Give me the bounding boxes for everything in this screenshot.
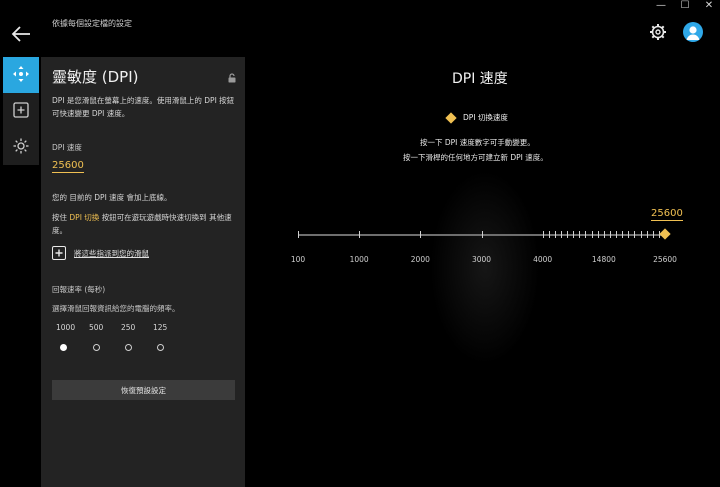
- slider-minor-tick: [634, 231, 636, 238]
- hint-manual-change: 按一下 DPI 速度數字可手動變更。: [420, 138, 535, 147]
- report-rate-option-125[interactable]: 125: [153, 323, 183, 351]
- left-rail: [3, 57, 39, 165]
- report-rate-label: 250: [121, 323, 136, 332]
- slider-minor-tick: [567, 231, 569, 238]
- slider-tick: [481, 231, 483, 238]
- rail-item-assignments[interactable]: [3, 93, 39, 129]
- user-avatar-icon[interactable]: [683, 22, 703, 42]
- radio-selected[interactable]: [60, 344, 67, 351]
- current-dpi-note: 您的 目前的 DPI 速度 會加上底線。: [52, 193, 172, 202]
- slider-minor-tick: [646, 231, 648, 238]
- slider-minor-tick: [573, 231, 575, 238]
- slider-minor-tick: [622, 231, 624, 238]
- hint-create-stage: 按一下滑桿的任何地方可建立新 DPI 速度。: [403, 153, 548, 162]
- dpi-stage-value[interactable]: 25600: [651, 208, 683, 221]
- slider-minor-tick: [591, 231, 593, 238]
- plus-icon: [52, 246, 66, 260]
- reset-defaults-button[interactable]: 恢復預設設定: [52, 380, 235, 400]
- dpi-speed-label: DPI 速度: [52, 143, 82, 152]
- sun-icon: [13, 138, 29, 156]
- slider-tick: [298, 231, 299, 238]
- slider-minor-tick: [548, 231, 550, 238]
- panel-title: 靈敏度 (DPI): [52, 68, 139, 86]
- slider-minor-tick: [579, 231, 581, 238]
- back-arrow-icon[interactable]: [10, 24, 32, 44]
- axis-label: 1000: [349, 255, 369, 264]
- legend-label: DPI 切換速度: [463, 113, 508, 122]
- dpi-stage-marker[interactable]: [659, 228, 671, 240]
- plus-square-icon: [13, 102, 29, 120]
- dpi-speed-value[interactable]: 25600: [52, 160, 84, 173]
- slider-minor-tick: [597, 231, 599, 238]
- rail-item-lighting[interactable]: [3, 129, 39, 165]
- slider-minor-tick: [609, 231, 611, 238]
- maximize-button[interactable]: ☐: [680, 1, 690, 11]
- report-rate-label: 1000: [56, 323, 76, 332]
- slider-minor-tick: [603, 231, 605, 238]
- profile-name: 依據每個設定檔的設定: [52, 19, 132, 28]
- slider-minor-tick: [628, 231, 630, 238]
- move-arrows-icon: [13, 66, 29, 84]
- radio-unselected[interactable]: [157, 344, 164, 351]
- minimize-button[interactable]: —: [656, 1, 666, 11]
- slider-minor-tick: [640, 231, 642, 238]
- report-rate-title: 回報速率 (每秒): [52, 285, 106, 294]
- axis-label: 14800: [591, 255, 616, 264]
- close-button[interactable]: ✕: [704, 1, 714, 11]
- assign-to-mouse-link[interactable]: 將這些指派到您的滑鼠: [52, 246, 149, 260]
- report-rate-label: 125: [153, 323, 168, 332]
- slider-tick: [542, 231, 544, 238]
- radio-unselected[interactable]: [93, 344, 100, 351]
- dpi-shift-note-prefix: 按住: [52, 213, 67, 222]
- slider-tick: [420, 231, 422, 238]
- axis-label: 25600: [653, 255, 677, 264]
- slider-minor-tick: [554, 231, 556, 238]
- axis-label: 2000: [410, 255, 430, 264]
- report-rate-option-1000[interactable]: 1000: [56, 323, 86, 351]
- dpi-slider[interactable]: [298, 228, 671, 242]
- window-controls: — ☐ ✕: [656, 1, 714, 11]
- mouse-silhouette: [430, 170, 540, 365]
- main-title: DPI 速度: [452, 71, 508, 87]
- slider-minor-tick: [561, 231, 563, 238]
- top-bar: 依據每個設定檔的設定 — ☐ ✕: [0, 0, 720, 56]
- radio-unselected[interactable]: [125, 344, 132, 351]
- dpi-shift-highlight: DPI 切換: [69, 213, 100, 222]
- slider-tick: [359, 231, 361, 238]
- rail-item-sensitivity[interactable]: [3, 57, 39, 93]
- assign-to-mouse-text: 將這些指派到您的滑鼠: [74, 248, 149, 258]
- slider-minor-tick: [652, 231, 654, 238]
- slider-minor-tick: [585, 231, 587, 238]
- axis-label: 4000: [533, 255, 553, 264]
- diamond-icon: [445, 111, 457, 124]
- lock-icon[interactable]: [228, 73, 236, 83]
- dpi-shift-note: 按住 DPI 切換 按鈕可在遊玩遊戲時快速切換到 其他速度。: [52, 211, 238, 237]
- gear-icon[interactable]: [649, 23, 667, 41]
- panel-description: DPI 是您滑鼠在螢幕上的速度。使用滑鼠上的 DPI 按鈕 可快速變更 DPI …: [52, 96, 235, 118]
- report-rate-label: 500: [89, 323, 104, 332]
- report-rate-option-250[interactable]: 250: [121, 323, 151, 351]
- sensitivity-panel: 靈敏度 (DPI) DPI 是您滑鼠在螢幕上的速度。使用滑鼠上的 DPI 按鈕 …: [41, 57, 245, 487]
- dpi-shift-legend: DPI 切換速度: [445, 111, 508, 124]
- slider-minor-tick: [616, 231, 618, 238]
- axis-label: 100: [290, 255, 306, 264]
- report-rate-option-500[interactable]: 500: [89, 323, 119, 351]
- axis-label: 3000: [471, 255, 492, 264]
- report-rate-description: 選擇滑鼠回報資訊給您的電腦的頻率。: [52, 304, 180, 313]
